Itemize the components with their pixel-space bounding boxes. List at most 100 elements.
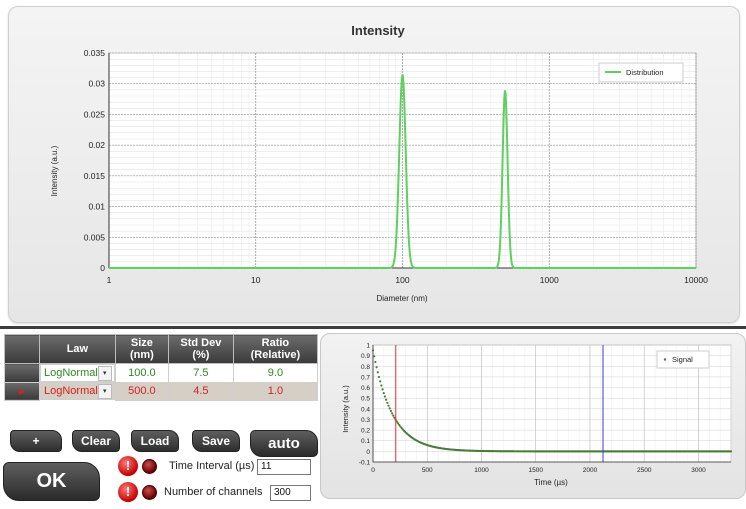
ratio-cell[interactable]: 1.0 [232, 381, 319, 401]
size-cell[interactable]: 100.0 [114, 363, 169, 383]
y-tick-label: 0.02 [88, 140, 105, 150]
signal-point [386, 401, 389, 404]
clear-button[interactable]: Clear [72, 430, 120, 452]
y-tick-label: 0.3 [361, 417, 370, 424]
y-tick-label: 0.8 [361, 364, 370, 371]
signal-point [393, 416, 396, 419]
legend: Signal [656, 350, 710, 369]
signal-point [390, 412, 394, 415]
y-tick-label: 0.1 [361, 438, 370, 445]
intensity-chart-panel: Intensity 0 0.005 0.01 0.015 0.02 0.025 0.03 0.… [8, 6, 740, 323]
signal-point [382, 391, 385, 395]
header-size: Size (nm) [114, 334, 169, 364]
header-law: Law [39, 334, 116, 364]
signal-chart-panel: -0.1 0 0.1 0.2 0.3 0.4 0.5 0.6 0.7 0.8 0.9 1 0 500 100… [320, 333, 746, 499]
x-tick-label: 2000 [583, 467, 598, 474]
x-tick-label: 1000 [540, 275, 559, 285]
warning-icon: ! [118, 456, 138, 476]
y-tick-label: 0.035 [84, 48, 106, 58]
x-axis-label: Time (µs) [534, 478, 568, 487]
law-cell[interactable]: LogNormal ▾ [40, 382, 115, 400]
add-row-button[interactable]: + [10, 430, 62, 452]
signal-point [380, 384, 383, 387]
std-cell[interactable]: 4.5 [167, 381, 234, 401]
y-tick-label: 0.7 [361, 374, 370, 381]
x-tick-label: 1500 [528, 467, 543, 474]
signal-point [392, 414, 395, 417]
ratio-cell[interactable]: 9.0 [232, 363, 319, 383]
header-std-dev: Std Dev (%) [167, 334, 234, 364]
distribution-table: Law Size (nm) Std Dev (%) Ratio (Relativ… [4, 334, 319, 401]
y-tick-label: 0 [366, 449, 370, 456]
signal-point [375, 366, 378, 369]
signal-point [379, 380, 382, 383]
status-led-icon [142, 459, 157, 474]
signal-point [389, 409, 392, 413]
channels-input[interactable]: 300 [270, 485, 311, 501]
y-tick-label: 0.5 [361, 396, 370, 403]
x-tick-label: 1 [107, 275, 112, 285]
table-row[interactable]: LogNormal ▾ 100.0 7.5 9.0 [4, 363, 319, 383]
law-value: LogNormal [44, 385, 98, 397]
row-selector-current[interactable]: ▶ [4, 381, 40, 401]
legend-signal: Signal [672, 355, 693, 364]
y-tick-label: 0.9 [361, 353, 370, 360]
time-interval-label: Time Interval (µs) [169, 460, 255, 472]
y-tick-label: 0 [100, 263, 105, 273]
size-cell[interactable]: 500.0 [114, 381, 169, 401]
x-tick-label: 500 [422, 467, 433, 474]
y-tick-label: 0.2 [361, 428, 370, 435]
warning-icon: ! [118, 482, 138, 502]
law-cell[interactable]: LogNormal ▾ [40, 364, 115, 382]
y-axis-label: Intensity (a.u.) [341, 385, 350, 433]
y-tick-label: 0.01 [88, 202, 105, 212]
save-button[interactable]: Save [192, 430, 240, 452]
signal-point [374, 360, 377, 364]
signal-point [381, 388, 384, 391]
load-button[interactable]: Load [131, 430, 179, 452]
signal-point [376, 371, 379, 374]
y-tick-label: 0.03 [88, 79, 105, 89]
law-dropdown-icon[interactable]: ▾ [97, 383, 112, 399]
x-tick-label: 0 [371, 467, 375, 474]
signal-point [373, 355, 376, 358]
signal-point [385, 398, 388, 401]
signal-point [377, 375, 381, 379]
ok-button[interactable]: OK [3, 462, 100, 501]
table-row[interactable]: ▶ LogNormal ▾ 500.0 4.5 1.0 [4, 381, 319, 401]
y-tick-label: 0.4 [361, 406, 370, 413]
signal-point [371, 349, 375, 352]
row-selector[interactable] [4, 363, 40, 383]
table-header-row: Law Size (nm) Std Dev (%) Ratio (Relativ… [4, 334, 319, 364]
signal-point [383, 395, 387, 398]
signal-point [729, 450, 733, 453]
y-tick-label: 0.025 [84, 109, 106, 119]
x-tick-label: 3000 [691, 467, 706, 474]
x-axis-label: Diameter (nm) [376, 294, 427, 303]
y-tick-label: 0.015 [84, 171, 106, 181]
channels-label: Number of channels [164, 486, 263, 498]
x-tick-label: 10000 [684, 275, 708, 285]
auto-button[interactable]: auto [250, 430, 318, 457]
y-tick-label: 0.6 [361, 385, 370, 392]
legend: Distribution [598, 62, 684, 83]
status-led-icon [142, 485, 157, 500]
signal-point [388, 407, 391, 410]
panel-divider [0, 326, 746, 329]
chart-title: Intensity [351, 23, 405, 38]
header-ratio: Ratio (Relative) [232, 334, 319, 364]
time-interval-input[interactable]: 11 [257, 459, 311, 475]
y-tick-label: -0.1 [359, 460, 371, 467]
law-value: LogNormal [44, 367, 98, 379]
y-tick-label: 1 [366, 343, 370, 350]
law-dropdown-icon[interactable]: ▾ [97, 365, 112, 381]
x-tick-label: 100 [395, 275, 409, 285]
row-header-corner [4, 334, 40, 364]
signal-point [387, 404, 390, 407]
intensity-chart: Intensity 0 0.005 0.01 0.015 0.02 0.025 0.03 0.… [50, 23, 708, 303]
x-tick-label: 2500 [637, 467, 652, 474]
y-axis-label: Intensity (a.u.) [50, 145, 59, 196]
std-cell[interactable]: 7.5 [167, 363, 234, 383]
x-tick-label: 10 [251, 275, 261, 285]
y-tick-label: 0.005 [84, 232, 106, 242]
